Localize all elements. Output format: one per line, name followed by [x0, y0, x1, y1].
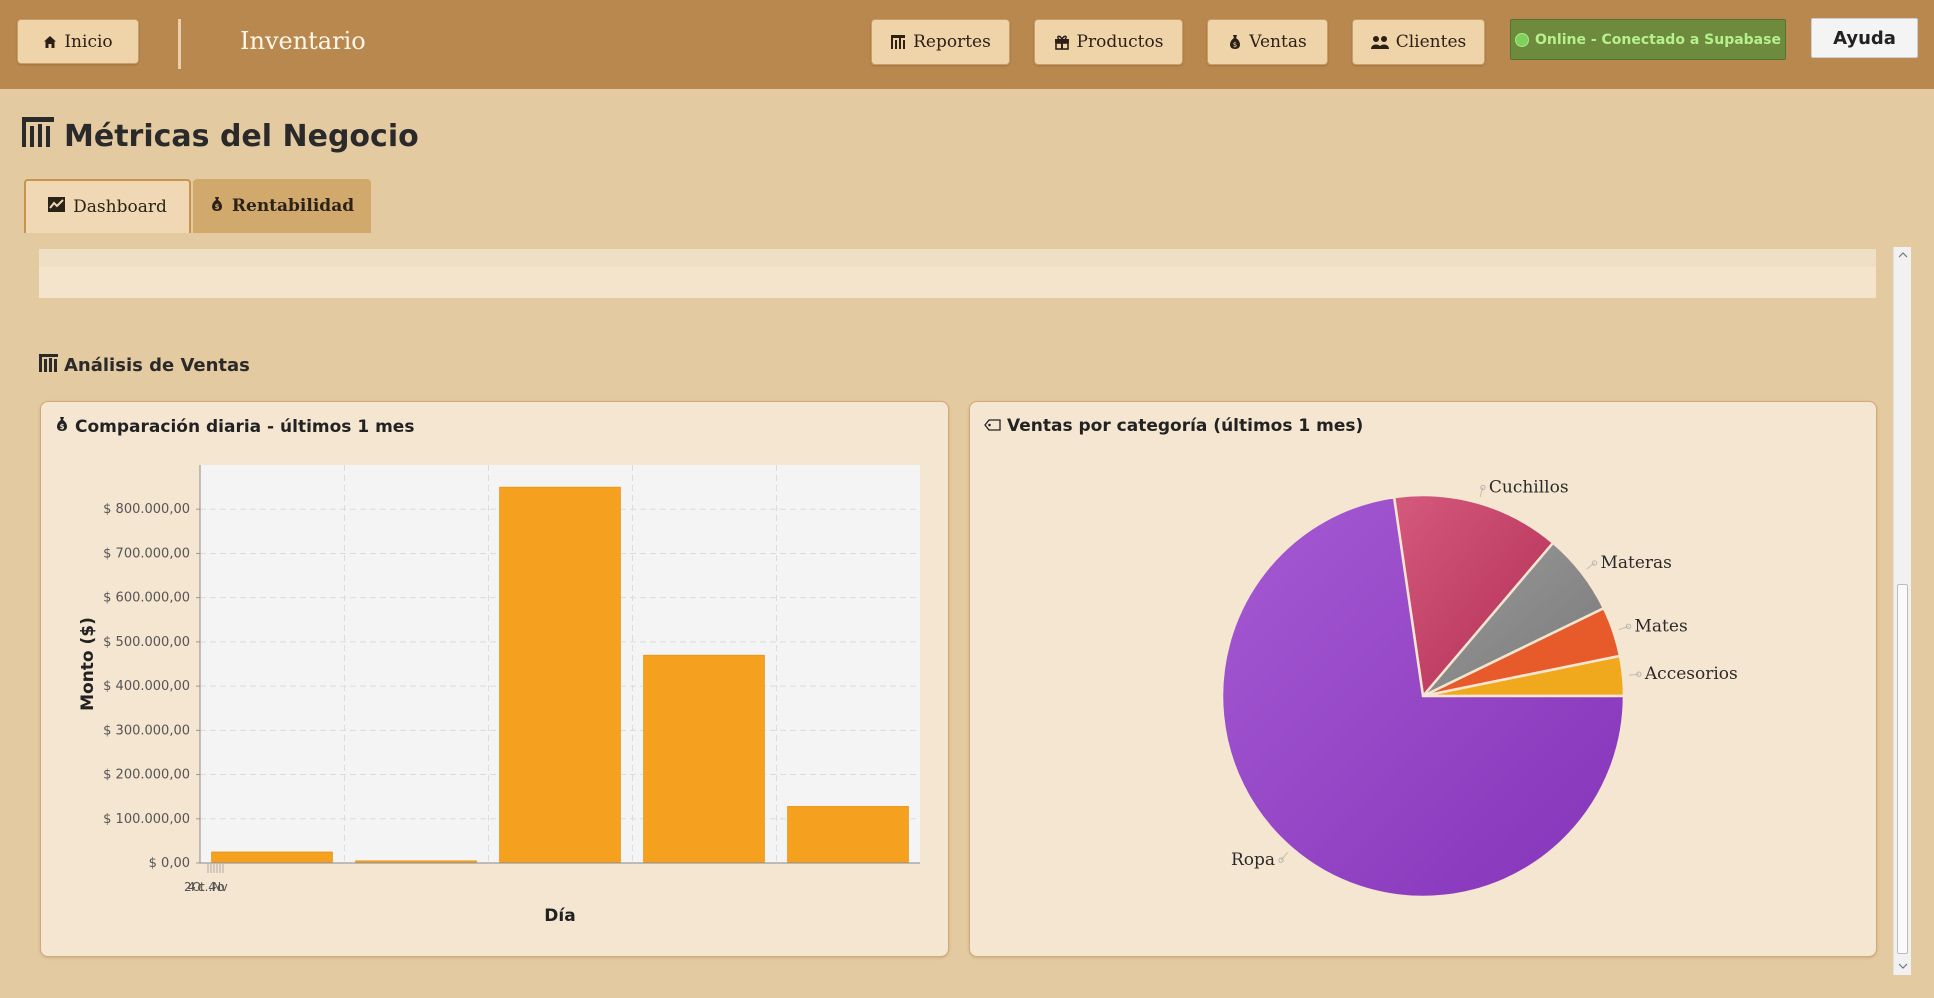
nav-reportes-label: Reportes	[913, 32, 991, 52]
pie-label-leader	[1586, 562, 1595, 570]
app-title: Inventario	[240, 27, 366, 55]
gift-icon	[1054, 34, 1070, 50]
pie-label-leader	[1280, 852, 1288, 861]
bar	[211, 851, 333, 864]
connection-status-badge: Online - Conectado a Supabase	[1510, 19, 1786, 60]
pie-label-dot	[1591, 560, 1598, 566]
daily-bar-chart: $ 0,00 $ 100.000,00 $ 200.000,00 $ 300.000,…	[78, 465, 920, 926]
svg-text:$: $	[1233, 41, 1237, 49]
nav-ventas-button[interactable]: $ Ventas	[1207, 19, 1328, 65]
y-tick-label: $ 400.000,00	[103, 679, 190, 694]
scroll-up-icon[interactable]	[1897, 249, 1908, 261]
summary-strip-top	[39, 249, 1876, 267]
bar	[787, 806, 909, 864]
bar	[643, 654, 765, 864]
y-tick-label: $ 500.000,00	[103, 635, 190, 650]
x-axis-label: Día	[544, 906, 575, 926]
category-sales-card: Ventas por categoría (últimos 1 mes) Acc…	[969, 401, 1877, 957]
nav-productos-button[interactable]: Productos	[1034, 19, 1183, 65]
nav-productos-label: Productos	[1076, 32, 1164, 52]
bar-chart-icon	[890, 34, 906, 50]
tab-dashboard-label: Dashboard	[73, 197, 167, 217]
nav-clientes-button[interactable]: Clientes	[1352, 19, 1485, 65]
nav-clientes-label: Clientes	[1395, 32, 1467, 52]
money-bag-icon: $	[210, 196, 224, 217]
nav-ventas-label: Ventas	[1249, 32, 1307, 52]
home-icon	[43, 35, 57, 49]
y-axis-label: Monto ($)	[78, 617, 98, 711]
home-button[interactable]: Inicio	[17, 19, 139, 64]
bar-chart-icon	[39, 354, 58, 377]
bar	[499, 486, 621, 864]
tab-rentabilidad-label: Rentabilidad	[231, 196, 355, 216]
y-tick-label: $ 600.000,00	[103, 591, 190, 606]
y-tick-label: $ 800.000,00	[103, 502, 190, 517]
pie-label: Cuchillos	[1489, 477, 1569, 497]
scroll-down-icon[interactable]	[1897, 960, 1908, 972]
topbar-divider	[178, 19, 181, 69]
pie-label: Ropa	[1231, 850, 1275, 870]
y-tick-label: $ 300.000,00	[103, 723, 190, 738]
vertical-scrollbar[interactable]	[1893, 247, 1911, 975]
nav-reportes-button[interactable]: Reportes	[871, 19, 1010, 65]
y-tick-label: $ 100.000,00	[103, 812, 190, 827]
section-title: Análisis de Ventas	[39, 354, 250, 377]
users-icon	[1370, 34, 1389, 50]
pie-label: Accesorios	[1644, 664, 1738, 684]
help-button[interactable]: Ayuda	[1811, 18, 1918, 58]
top-bar: Inicio Inventario Reportes Productos $ V…	[0, 0, 1934, 89]
pie-label: Mates	[1635, 616, 1688, 636]
category-pie-chart: Accesorios Mates Materas Cuchillos Ropa	[1220, 477, 1738, 899]
tab-rentabilidad[interactable]: $ Rentabilidad	[193, 179, 371, 233]
pie-label: Materas	[1600, 553, 1671, 573]
y-tick-label: $ 0,00	[149, 856, 190, 871]
page-title-text: Métricas del Negocio	[64, 118, 419, 154]
status-dot-icon	[1515, 32, 1530, 47]
scrollbar-thumb[interactable]	[1897, 584, 1908, 954]
y-tick-label: $ 200.000,00	[103, 768, 190, 783]
summary-strip	[39, 267, 1876, 298]
line-chart-icon	[48, 197, 66, 217]
page-title: Métricas del Negocio	[22, 117, 419, 155]
bar-chart-icon	[22, 117, 54, 155]
home-button-label: Inicio	[64, 31, 113, 52]
money-bag-icon: $	[1228, 34, 1242, 50]
section-title-text: Análisis de Ventas	[64, 355, 250, 376]
daily-comparison-card: $ Comparación diaria - últimos 1 mes $ 0…	[40, 401, 949, 957]
x-tick-label: 24-Oct … 4-Nov	[184, 880, 228, 894]
y-tick-label: $ 700.000,00	[103, 546, 190, 561]
svg-text:$: $	[214, 203, 219, 211]
tab-dashboard[interactable]: Dashboard	[24, 179, 191, 233]
connection-status-label: Online - Conectado a Supabase	[1535, 31, 1781, 48]
